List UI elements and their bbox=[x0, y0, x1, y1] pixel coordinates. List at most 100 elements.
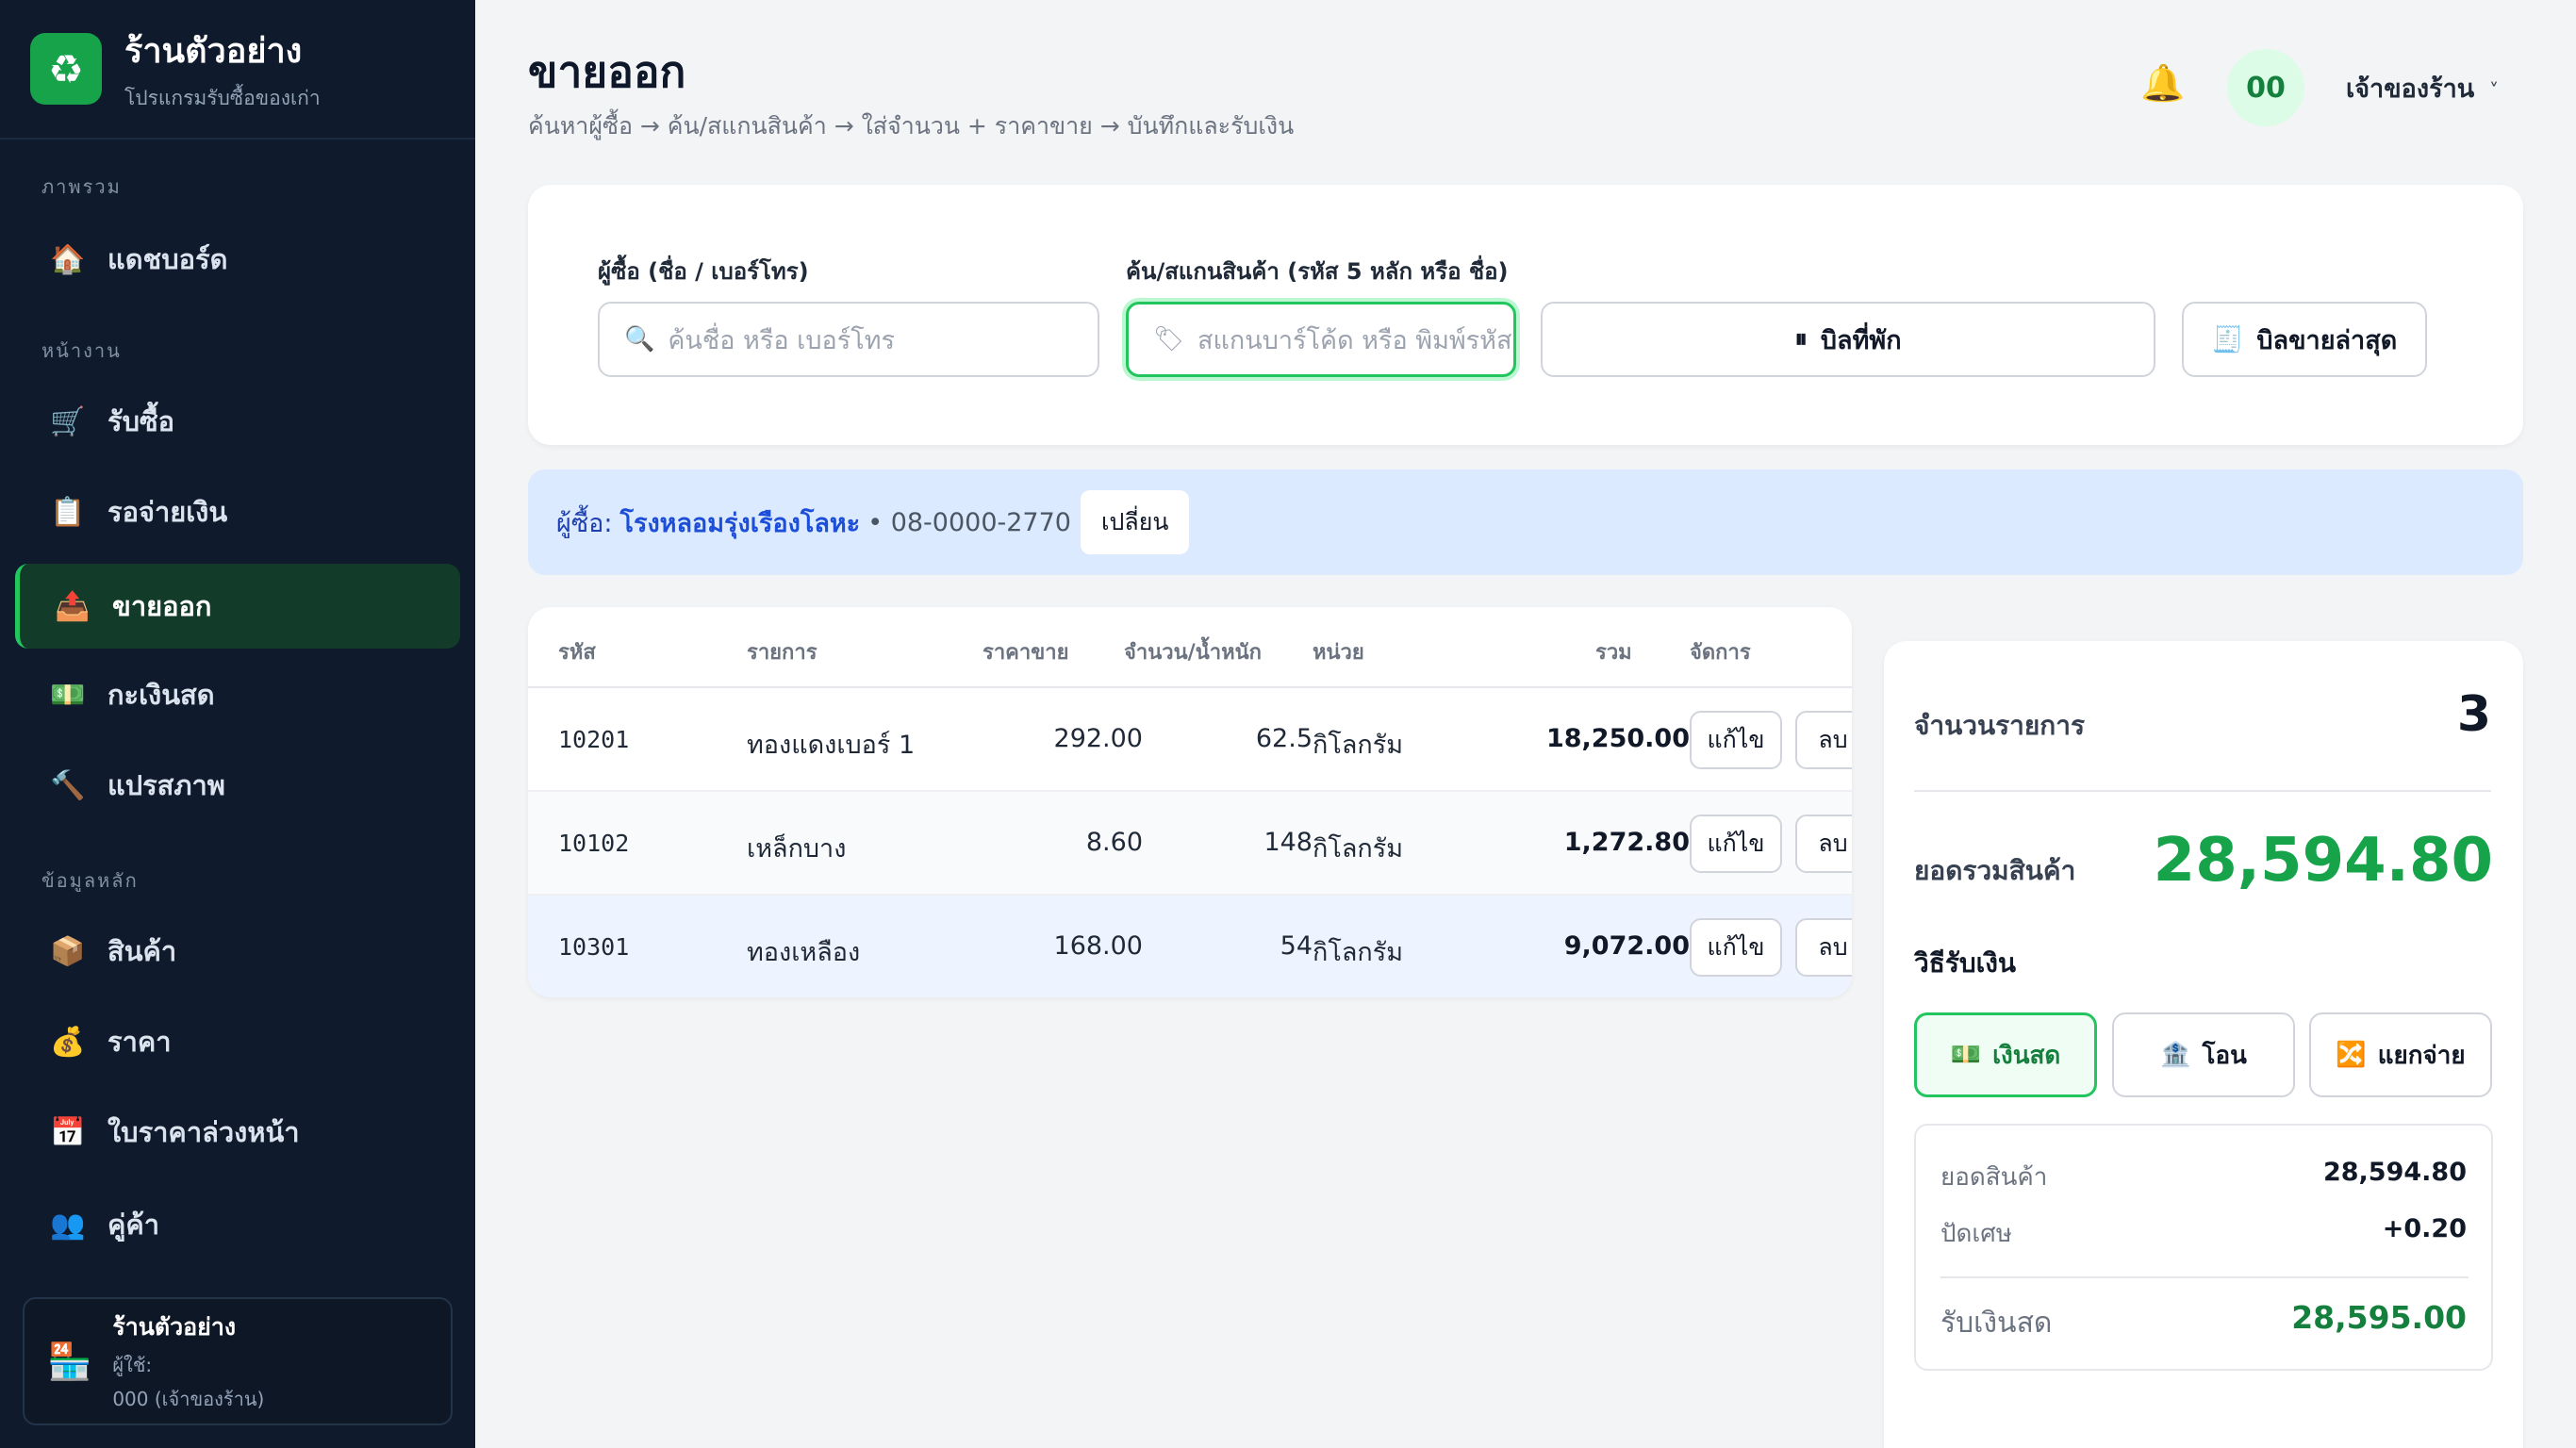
row-unit: กิโลกรัม bbox=[1313, 938, 1404, 967]
pay-split-button[interactable]: 🔀 แยกจ่าย bbox=[2309, 1012, 2492, 1097]
col-total: รวม bbox=[1595, 641, 1632, 665]
row-unit: กิโลกรัม bbox=[1313, 834, 1404, 864]
store-icon: 🏪 bbox=[47, 1340, 92, 1382]
brand: ♻ ร้านตัวอย่าง โปรแกรมรับซื้อของเก่า bbox=[0, 0, 475, 140]
sidebar-item-label: แปรสภาพ bbox=[107, 769, 225, 801]
calendar-icon: 📅 bbox=[50, 1115, 86, 1149]
users-icon: 👥 bbox=[50, 1208, 86, 1242]
bell-icon[interactable]: 🔔 bbox=[2140, 62, 2185, 105]
home-icon: 🏠 bbox=[50, 242, 86, 276]
user-role: 000 (เจ้าของร้าน) bbox=[112, 1388, 265, 1410]
row-price: 168.00 bbox=[1053, 931, 1143, 961]
table-row[interactable]: 10301 ทองเหลือง 168.00 54 กิโลกรัม 9,072… bbox=[528, 896, 1852, 997]
delete-button[interactable]: ลบ bbox=[1795, 814, 1852, 873]
recycle-icon: ♻ bbox=[30, 33, 102, 105]
user-store-name: ร้านตัวอย่าง bbox=[112, 1313, 237, 1341]
summary-divider bbox=[1914, 790, 2491, 792]
col-unit: หน่วย bbox=[1313, 641, 1364, 665]
col-price: ราคาขาย bbox=[983, 641, 1069, 665]
user-card[interactable]: 🏪 ร้านตัวอย่าง ผู้ใช้: 000 (เจ้าของร้าน) bbox=[23, 1297, 453, 1425]
row-item: ทองแดงเบอร์ 1 bbox=[747, 731, 916, 760]
sidebar-item-pending-payment[interactable]: 📋 รอจ่ายเงิน bbox=[15, 469, 460, 554]
row-item: ทองเหลือง bbox=[747, 938, 861, 967]
row-item: เหล็กบาง bbox=[747, 834, 847, 864]
row-total: 9,072.00 bbox=[1563, 931, 1690, 961]
col-actions: จัดการ bbox=[1690, 641, 1751, 665]
sidebar-item-products[interactable]: 📦 สินค้า bbox=[15, 909, 460, 994]
sidebar-item-prices[interactable]: 💰 ราคา bbox=[15, 999, 460, 1084]
sidebar-item-label: คู่ค้า bbox=[107, 1209, 160, 1241]
row-price: 8.60 bbox=[1085, 828, 1143, 857]
pay-cash-button[interactable]: 💵 เงินสด bbox=[1914, 1012, 2097, 1097]
row-code: 10201 bbox=[558, 726, 630, 753]
sidebar-item-sell[interactable]: 📤 ขายออก bbox=[15, 564, 460, 649]
sidebar-item-label: แดชบอร์ด bbox=[107, 243, 228, 275]
hammer-icon: 🔨 bbox=[50, 768, 86, 802]
search-icon: 🔍 bbox=[624, 325, 655, 354]
page-subtitle: ค้นหาผู้ซื้อ → ค้น/สแกนสินค้า → ใส่จำนวน… bbox=[528, 112, 1295, 140]
sale-items-table: รหัส รายการ ราคาขาย จำนวน/น้ำหนัก หน่วย … bbox=[528, 607, 1852, 997]
pay-transfer-button[interactable]: 🏦 โอน bbox=[2112, 1012, 2295, 1097]
sidebar-item-label: สินค้า bbox=[107, 935, 177, 967]
buyer-banner: ผู้ซื้อ: โรงหลอมรุ่งเรืองโลหะ • 08-0000-… bbox=[528, 469, 2523, 575]
user-label: ผู้ใช้: bbox=[112, 1354, 153, 1376]
page-title: ขายออก bbox=[528, 46, 686, 97]
table-row[interactable]: 10201 ทองแดงเบอร์ 1 292.00 62.5 กิโลกรัม… bbox=[528, 688, 1852, 792]
latest-bills-button[interactable]: 🧾 บิลขายล่าสุด bbox=[2182, 302, 2427, 377]
payment-method-label: วิธีรับเงิน bbox=[1914, 947, 2017, 979]
row-total: 1,272.80 bbox=[1563, 828, 1690, 857]
owner-menu[interactable]: เจ้าของร้าน bbox=[2346, 68, 2474, 108]
delete-button[interactable]: ลบ bbox=[1795, 918, 1852, 977]
edit-button[interactable]: แก้ไข bbox=[1690, 918, 1782, 977]
avatar[interactable]: 00 bbox=[2227, 49, 2304, 126]
cash-received-label: รับเงินสด bbox=[1940, 1307, 2053, 1340]
row-unit: กิโลกรัม bbox=[1313, 731, 1404, 760]
brand-subtitle: โปรแกรมรับซื้อของเก่า bbox=[124, 87, 321, 109]
buyer-phone: • 08-0000-2770 bbox=[867, 507, 1071, 537]
outbox-icon: 📤 bbox=[55, 589, 91, 623]
product-scan-placeholder: สแกนบาร์โค้ด หรือ พิมพ์รหัส bbox=[1197, 325, 1512, 355]
sidebar-item-label: ราคา bbox=[107, 1026, 172, 1058]
held-bills-button[interactable]: ⏸ บิลที่พัก bbox=[1541, 302, 2155, 377]
row-qty: 148 bbox=[1263, 828, 1313, 857]
goods-total-label: ยอดรวมสินค้า bbox=[1914, 855, 2076, 886]
sidebar-item-label: ใบราคาล่วงหน้า bbox=[107, 1116, 300, 1148]
item-count: 3 bbox=[2456, 686, 2491, 743]
clipboard-icon: 📋 bbox=[50, 495, 86, 529]
nav-section-master-data: ข้อมูลหลัก bbox=[41, 869, 139, 892]
buyer-search-placeholder: ค้นชื่อ หรือ เบอร์โทร bbox=[668, 325, 896, 355]
edit-button[interactable]: แก้ไข bbox=[1690, 814, 1782, 873]
row-qty: 54 bbox=[1280, 931, 1313, 961]
buyer-field-label: ผู้ซื้อ (ชื่อ / เบอร์โทร) bbox=[598, 258, 809, 285]
sidebar-item-cash-shift[interactable]: 💵 กะเงินสด bbox=[15, 652, 460, 737]
sidebar-item-advance-quotes[interactable]: 📅 ใบราคาล่วงหน้า bbox=[15, 1090, 460, 1175]
brand-title: ร้านตัวอย่าง bbox=[124, 32, 303, 71]
buyer-search-input[interactable]: 🔍 ค้นชื่อ หรือ เบอร์โทร bbox=[598, 302, 1099, 377]
chevron-down-icon[interactable]: ˅ bbox=[2489, 79, 2499, 102]
tag-icon: 🏷 bbox=[1153, 325, 1185, 354]
held-bills-label: บิลที่พัก bbox=[1820, 325, 1902, 355]
sidebar-item-dashboard[interactable]: 🏠 แดชบอร์ด bbox=[15, 217, 460, 302]
sidebar-item-partners[interactable]: 👥 คู่ค้า bbox=[15, 1182, 460, 1267]
product-field-label: ค้น/สแกนสินค้า (รหัส 5 หลัก หรือ ชื่อ) bbox=[1126, 258, 1509, 285]
sidebar-item-transform[interactable]: 🔨 แปรสภาพ bbox=[15, 743, 460, 828]
subtotal-label: ยอดสินค้า bbox=[1940, 1163, 2048, 1192]
delete-button[interactable]: ลบ bbox=[1795, 711, 1852, 769]
breakdown-divider bbox=[1940, 1276, 2469, 1278]
buyer-name: โรงหลอมรุ่งเรืองโลหะ bbox=[619, 508, 861, 538]
edit-button[interactable]: แก้ไข bbox=[1690, 711, 1782, 769]
product-scan-input[interactable]: 🏷 สแกนบาร์โค้ด หรือ พิมพ์รหัส bbox=[1126, 302, 1516, 377]
change-buyer-button[interactable]: เปลี่ยน bbox=[1080, 490, 1190, 554]
row-code: 10102 bbox=[558, 830, 630, 857]
pay-cash-label: เงินสด bbox=[1992, 1041, 2061, 1070]
box-icon: 📦 bbox=[50, 934, 86, 968]
summary-panel: จำนวนรายการ 3 ยอดรวมสินค้า 28,594.80 วิธ… bbox=[1884, 641, 2523, 1448]
sidebar-item-purchase[interactable]: 🛒 รับซื้อ bbox=[15, 379, 460, 464]
cart-icon: 🛒 bbox=[50, 404, 86, 438]
sidebar-item-label: รับซื้อ bbox=[107, 405, 175, 437]
table-row[interactable]: 10102 เหล็กบาง 8.60 148 กิโลกรัม 1,272.8… bbox=[528, 792, 1852, 896]
col-item: รายการ bbox=[747, 641, 817, 665]
sidebar-item-label: ขายออก bbox=[112, 590, 212, 622]
row-qty: 62.5 bbox=[1255, 724, 1313, 753]
buyer-label: ผู้ซื้อ: bbox=[556, 508, 613, 538]
